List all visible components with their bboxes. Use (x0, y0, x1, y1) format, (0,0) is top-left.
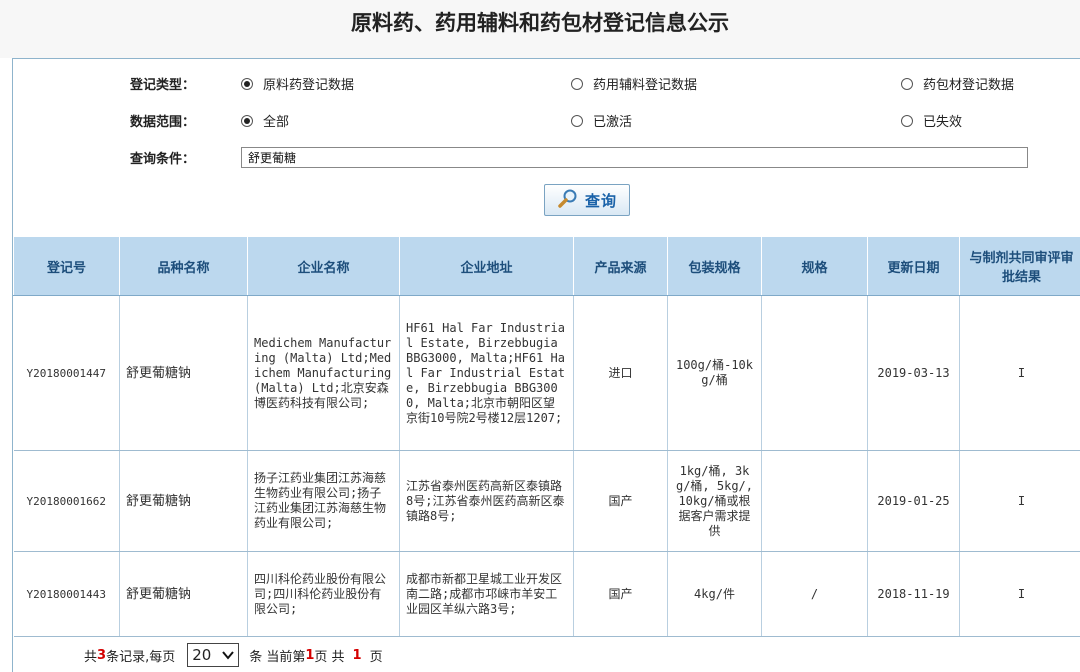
cell-result: I (959, 450, 1080, 552)
header-address: 企业地址 (399, 236, 574, 296)
cell-address: HF61 Hal Far Industrial Estate, Birzebbu… (399, 295, 574, 451)
header-result: 与制剂共同审评审批结果 (959, 236, 1080, 296)
radio-unchecked-icon (901, 114, 913, 127)
cell-address: 成都市新都卫星城工业开发区南二路;成都市邛崃市羊安工业园区羊纵六路3号; (399, 551, 574, 637)
radio-range-active[interactable]: 已激活 (571, 111, 632, 130)
radio-type-packaging[interactable]: 药包材登记数据 (901, 74, 1014, 93)
cell-result: I (959, 551, 1080, 637)
pager-current: 1 (305, 647, 315, 663)
type-label: 登记类型： (130, 78, 196, 93)
chevron-down-icon (222, 646, 234, 664)
cell-result: I (959, 295, 1080, 451)
pager-mid1: 条记录,每页 (106, 649, 176, 665)
page-title: 原料药、药用辅料和药包材登记信息公示 (0, 0, 1080, 58)
radio-type-excipient[interactable]: 药用辅料登记数据 (571, 74, 697, 93)
cell-reg-no: Y20180001443 (13, 551, 120, 637)
radio-range-active-label: 已激活 (593, 115, 633, 130)
pager: 共 3 条记录,每页 20 条 当前第 1 页 共 1 页 (84, 641, 383, 669)
cell-date: 2019-03-13 (867, 295, 960, 451)
radio-checked-icon (241, 77, 253, 90)
cell-company: Medichem Manufacturing (Malta) Ltd;Medic… (247, 295, 400, 451)
cell-company: 扬子江药业集团江苏海慈生物药业有限公司;扬子江药业集团江苏海慈生物药业有限公司; (247, 450, 400, 552)
results-table: 登记号 品种名称 企业名称 企业地址 产品来源 包装规格 规格 更新日期 与制剂… (13, 236, 1080, 637)
radio-checked-icon (241, 114, 253, 127)
cell-package: 4kg/件 (667, 551, 762, 637)
search-button[interactable]: 查询 (544, 184, 630, 216)
cell-package: 100g/桶-10kg/桶 (667, 295, 762, 451)
header-package: 包装规格 (667, 236, 762, 296)
cell-product: 舒更葡糖钠 (119, 295, 248, 451)
radio-range-all-label: 全部 (263, 115, 290, 130)
pager-mid2: 条 当前第 (249, 649, 306, 665)
query-label: 查询条件： (130, 152, 196, 167)
cell-date: 2018-11-19 (867, 551, 960, 637)
radio-type-api-label: 原料药登记数据 (263, 78, 355, 93)
cell-spec: / (761, 551, 868, 637)
header-company: 企业名称 (247, 236, 400, 296)
cell-source: 国产 (573, 450, 668, 552)
radio-range-expired[interactable]: 已失效 (901, 111, 962, 130)
header-product: 品种名称 (119, 236, 248, 296)
query-input[interactable] (241, 147, 1028, 168)
header-source: 产品来源 (573, 236, 668, 296)
cell-date: 2019-01-25 (867, 450, 960, 552)
cell-reg-no: Y20180001447 (13, 295, 120, 451)
cell-package: 1kg/桶, 3kg/桶, 5kg/, 10kg/桶或根据客户需求提供 (667, 450, 762, 552)
cell-source: 国产 (573, 551, 668, 637)
radio-range-all[interactable]: 全部 (241, 111, 289, 130)
table-row: Y20180001662 舒更葡糖钠 扬子江药业集团江苏海慈生物药业有限公司;扬… (13, 450, 1080, 552)
header-reg-no: 登记号 (13, 236, 120, 296)
header-spec: 规格 (761, 236, 868, 296)
pager-suffix: 页 (369, 649, 383, 665)
table-row: Y20180001447 舒更葡糖钠 Medichem Manufacturin… (13, 295, 1080, 451)
page-size-value: 20 (192, 646, 212, 664)
radio-type-api[interactable]: 原料药登记数据 (241, 74, 354, 93)
pager-mid3: 页 共 (314, 649, 345, 665)
radio-unchecked-icon (571, 77, 583, 90)
pager-total: 3 (97, 647, 107, 663)
table-header-row: 登记号 品种名称 企业名称 企业地址 产品来源 包装规格 规格 更新日期 与制剂… (13, 236, 1080, 296)
magnifier-icon (557, 188, 579, 212)
radio-range-expired-label: 已失效 (923, 115, 963, 130)
cell-company: 四川科伦药业股份有限公司;四川科伦药业股份有限公司; (247, 551, 400, 637)
radio-unchecked-icon (571, 114, 583, 127)
header-date: 更新日期 (867, 236, 960, 296)
cell-spec (761, 450, 868, 552)
pager-prefix: 共 (84, 649, 98, 665)
cell-reg-no: Y20180001662 (13, 450, 120, 552)
search-button-label: 查询 (584, 191, 617, 210)
table-row: Y20180001443 舒更葡糖钠 四川科伦药业股份有限公司;四川科伦药业股份… (13, 551, 1080, 637)
radio-unchecked-icon (901, 77, 913, 90)
radio-type-packaging-label: 药包材登记数据 (923, 78, 1015, 93)
cell-spec (761, 295, 868, 451)
radio-type-excipient-label: 药用辅料登记数据 (593, 78, 698, 93)
page-size-select[interactable]: 20 (187, 643, 240, 667)
range-label: 数据范围： (130, 115, 196, 130)
cell-address: 江苏省泰州医药高新区泰镇路8号;江苏省泰州医药高新区泰镇路8号; (399, 450, 574, 552)
cell-product: 舒更葡糖钠 (119, 450, 248, 552)
cell-product: 舒更葡糖钠 (119, 551, 248, 637)
pager-pages: 1 (352, 647, 362, 663)
cell-source: 进口 (573, 295, 668, 451)
